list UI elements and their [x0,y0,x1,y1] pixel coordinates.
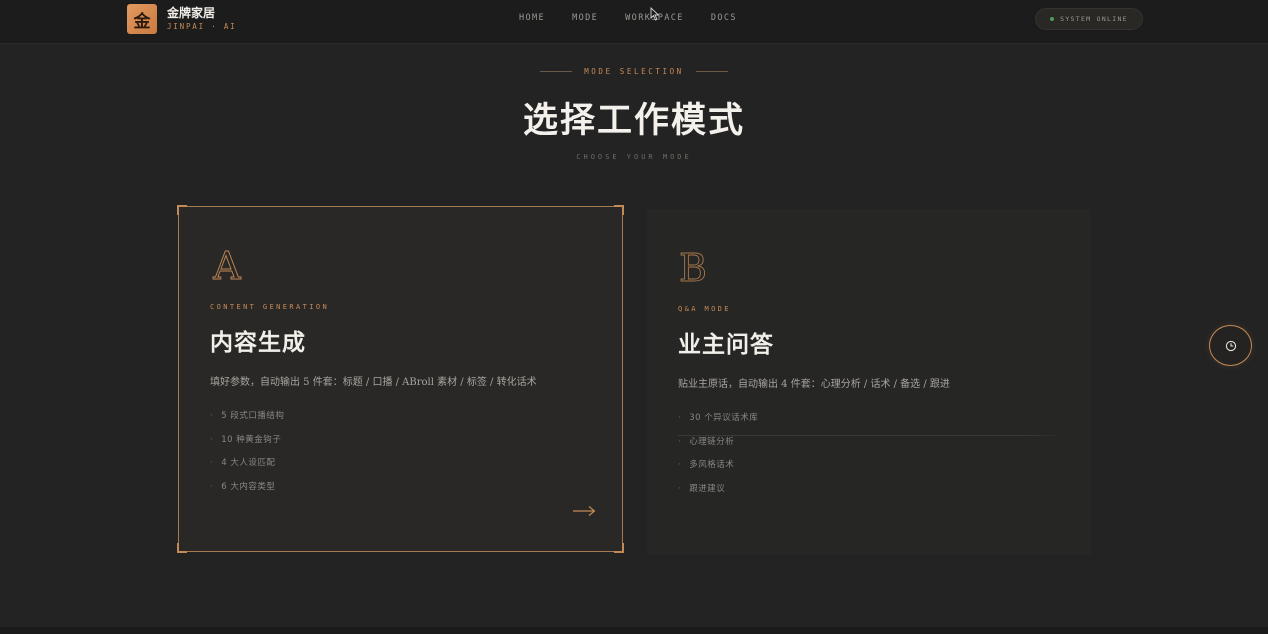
feature-list: 5 段式口播结构 10 种黄金钩子 4 大人设匹配 6 大内容类型 [210,410,284,504]
footer-strip [0,627,1268,634]
eyebrow-divider-right [695,71,728,72]
nav-item-home[interactable]: HOME [519,13,545,23]
list-item: 5 段式口播结构 [210,410,284,434]
top-navigation-bar: 金 金牌家居 JINPAI · AI HOME MODE WORKSPACE D… [0,0,1268,44]
brand-subtitle: JINPAI · AI [167,22,237,31]
corner-ornament [614,543,624,553]
letter-b-icon: B [679,247,708,287]
mode-card-qa[interactable]: B Q&A MODE 业主问答 贴业主原话，自动输出 4 件套：心理分析 / 话… [647,209,1091,555]
card-title: 业主问答 [678,331,774,358]
page-title: 选择工作模式 [522,100,745,141]
corner-ornament [177,205,187,215]
card-description: 填好参数，自动输出 5 件套：标题 / 口播 / ABroll 素材 / 标签 … [210,377,537,388]
corner-ornament [614,205,624,215]
brand-logo: 金 [127,4,157,34]
nav-item-mode[interactable]: MODE [572,13,598,23]
mouse-cursor-icon [650,7,660,21]
brand-name: 金牌家居 [167,6,216,20]
status-label: SYSTEM ONLINE [1060,15,1128,23]
section-eyebrow: MODE SELECTION [0,67,1268,76]
main-nav: HOME MODE WORKSPACE DOCS [519,13,764,23]
eyebrow-text: MODE SELECTION [584,67,684,76]
list-item: 心理链分析 [678,436,1064,460]
card-kicker: CONTENT GENERATION [210,303,330,311]
card-letter: A [212,245,241,285]
corner-ornament [177,543,187,553]
list-item: 10 种黄金钩子 [210,434,284,458]
brand-text: 金牌家居 JINPAI · AI [167,6,236,32]
history-button[interactable] [1209,325,1252,366]
clock-icon [1225,340,1236,351]
list-item: 6 大内容类型 [210,481,284,505]
eyebrow-divider-left [540,71,573,72]
list-item: 多风格话术 [678,459,1064,483]
letter-a-icon: A [212,245,242,285]
card-letter: B [679,247,707,287]
nav-item-docs[interactable]: DOCS [711,13,737,23]
list-item: 4 大人设匹配 [210,457,284,481]
card-description: 贴业主原话，自动输出 4 件套：心理分析 / 话术 / 备选 / 跟进 [678,379,950,390]
arrow-right-icon[interactable] [572,505,596,517]
list-item: 30 个异议话术库 [678,412,1064,436]
card-title: 内容生成 [210,329,306,356]
feature-list: 30 个异议话术库 心理链分析 多风格话术 跟进建议 [678,412,1064,506]
system-status-badge: SYSTEM ONLINE [1035,8,1143,30]
card-kicker: Q&A MODE [678,305,731,313]
page-subtitle: CHOOSE YOUR MODE [576,153,692,161]
list-item: 跟进建议 [678,483,1064,507]
mode-card-content-generation[interactable]: A CONTENT GENERATION 内容生成 填好参数，自动输出 5 件套… [177,205,624,553]
brand[interactable]: 金 金牌家居 JINPAI · AI [127,4,236,34]
status-dot-icon [1050,17,1055,21]
